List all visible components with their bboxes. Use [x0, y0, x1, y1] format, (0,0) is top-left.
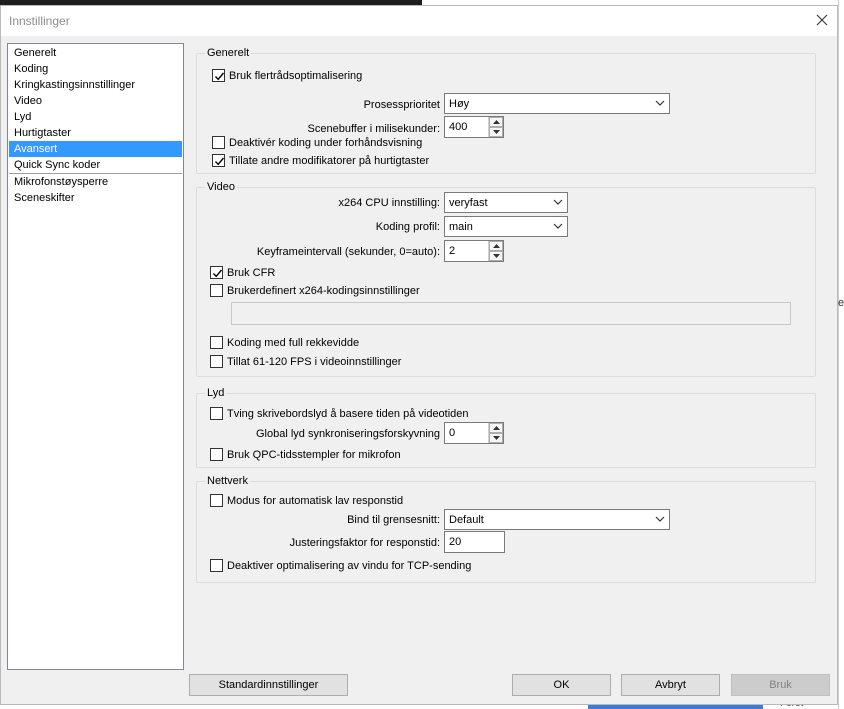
- scene-buffer-spinner[interactable]: 400: [444, 116, 504, 138]
- scene-buffer-label: Scenebuffer i milisekunder:: [307, 123, 440, 135]
- title-bar: Innstillinger: [1, 6, 837, 36]
- bind-interface-label: Bind til grensesnitt:: [347, 514, 440, 526]
- multithread-label: Bruk flertrådsoptimalisering: [229, 70, 363, 82]
- arrow-up-icon: [493, 426, 500, 430]
- latency-factor-input[interactable]: 20: [444, 531, 505, 553]
- checkbox-box: [210, 448, 223, 461]
- bind-interface-value: Default: [449, 514, 484, 526]
- sidebar-item-hurtigtaster[interactable]: Hurtigtaster: [9, 125, 182, 141]
- arrow-up-icon: [493, 120, 500, 124]
- sidebar-item-generelt[interactable]: Generelt: [9, 45, 182, 61]
- priority-dropdown[interactable]: Høy: [444, 93, 670, 114]
- fps-61-120-label: Tillat 61-120 FPS i videoinnstillinger: [227, 356, 402, 368]
- sidebar-item-kringkasting[interactable]: Kringkastingsinnstillinger: [9, 77, 182, 93]
- x264-cpu-value: veryfast: [449, 197, 488, 209]
- sidebar-item-avansert[interactable]: Avansert: [9, 141, 182, 157]
- sync-offset-label: Global lyd synkroniseringsforskyvning: [255, 428, 440, 440]
- checkmark-icon: [214, 72, 225, 81]
- cancel-button[interactable]: Avbryt: [621, 674, 720, 696]
- sync-offset-spinner[interactable]: 0: [444, 422, 504, 444]
- keyframe-label: Keyframeintervall (sekunder, 0=auto):: [256, 246, 440, 258]
- checkbox-box: [210, 559, 223, 572]
- checkbox-box: [210, 407, 223, 420]
- checkbox-box: [210, 355, 223, 368]
- video-group-title: Video: [205, 181, 237, 193]
- sidebar-item-mikrofonstoysperre[interactable]: Mikrofonstøysperre: [9, 174, 182, 190]
- custom-x264-input[interactable]: [231, 302, 791, 325]
- checkmark-icon: [212, 269, 223, 278]
- arrow-down-icon: [493, 436, 500, 440]
- sidebar-item-quick-sync[interactable]: Quick Sync koder: [9, 157, 182, 173]
- general-group-title: Generelt: [205, 47, 252, 59]
- checkbox-box: [210, 494, 223, 507]
- background-edge-text: e: [838, 297, 844, 309]
- checkbox-box: [210, 336, 223, 349]
- x264-cpu-dropdown[interactable]: veryfast: [444, 192, 568, 213]
- sidebar-item-koding[interactable]: Koding: [9, 61, 182, 77]
- cfr-label: Bruk CFR: [227, 267, 276, 279]
- profile-value: main: [449, 221, 473, 233]
- sidebar-item-sceneskifter[interactable]: Sceneskifter: [9, 190, 182, 206]
- keyframe-spinner[interactable]: 2: [444, 240, 504, 262]
- background-edge: [838, 0, 844, 709]
- sidebar-item-video[interactable]: Video: [9, 93, 182, 109]
- settings-category-list[interactable]: Generelt Koding Kringkastingsinnstilling…: [7, 43, 184, 670]
- keyframe-value: 2: [449, 245, 456, 257]
- arrow-down-icon: [493, 130, 500, 134]
- x264-cpu-label: x264 CPU innstilling:: [338, 197, 441, 209]
- disable-preview-encoding-label: Deaktivér koding under forhåndsvisning: [229, 137, 423, 149]
- close-icon: [816, 14, 828, 26]
- checkbox-box: [210, 284, 223, 297]
- spinner-buttons: [488, 423, 503, 443]
- priority-label: Prosessprioritet: [363, 99, 440, 111]
- custom-x264-label: Brukerdefinert x264-kodingsinnstillinger: [227, 285, 420, 297]
- ok-button[interactable]: OK: [512, 674, 611, 696]
- background-taskbar-fragment: [588, 705, 763, 709]
- scene-buffer-value: 400: [449, 121, 468, 133]
- window-title: Innstillinger: [9, 14, 70, 28]
- network-group-title: Nettverk: [205, 475, 250, 487]
- bind-interface-dropdown[interactable]: Default: [444, 509, 670, 530]
- checkbox-box: [212, 69, 225, 82]
- desktop-timing-label: Tving skrivebordslyd å basere tiden på v…: [227, 408, 469, 420]
- defaults-button[interactable]: Standardinnstillinger: [189, 674, 348, 696]
- arrow-down-icon: [493, 254, 500, 258]
- qpc-mic-label: Bruk QPC-tidsstempler for mikrofon: [227, 449, 401, 461]
- chevron-down-icon: [655, 516, 665, 522]
- spinner-up-button[interactable]: [489, 241, 503, 251]
- profile-dropdown[interactable]: main: [444, 216, 568, 237]
- audio-group-title: Lyd: [205, 387, 227, 399]
- latency-factor-label: Justeringsfaktor for responstid:: [289, 537, 440, 549]
- low-latency-label: Modus for automatisk lav responstid: [227, 495, 404, 507]
- checkmark-icon: [214, 157, 225, 166]
- chevron-down-icon: [553, 223, 563, 229]
- spinner-buttons: [488, 117, 503, 137]
- checkbox-box: [210, 266, 223, 279]
- spinner-down-button[interactable]: [489, 433, 503, 443]
- profile-label: Koding profil:: [375, 221, 440, 233]
- spinner-up-button[interactable]: [489, 117, 503, 127]
- tcp-window-label: Deaktiver optimalisering av vindu for TC…: [227, 560, 472, 572]
- chevron-down-icon: [655, 100, 665, 106]
- spinner-up-button[interactable]: [489, 423, 503, 433]
- spinner-down-button[interactable]: [489, 251, 503, 261]
- latency-factor-value: 20: [449, 536, 462, 548]
- checkbox-box: [212, 136, 225, 149]
- close-button[interactable]: [807, 6, 837, 36]
- settings-window: Innstillinger Generelt Koding Kringkasti…: [0, 5, 838, 705]
- arrow-up-icon: [493, 244, 500, 248]
- chevron-down-icon: [553, 199, 563, 205]
- full-range-label: Koding med full rekkevidde: [227, 337, 360, 349]
- priority-value: Høy: [449, 98, 470, 110]
- apply-button[interactable]: Bruk: [731, 674, 830, 696]
- sidebar-item-lyd[interactable]: Lyd: [9, 109, 182, 125]
- spinner-buttons: [488, 241, 503, 261]
- checkbox-box: [212, 154, 225, 167]
- allow-modifiers-label: Tillate andre modifikatorer på hurtigtas…: [229, 155, 430, 167]
- spinner-down-button[interactable]: [489, 127, 503, 137]
- sync-offset-value: 0: [449, 427, 456, 439]
